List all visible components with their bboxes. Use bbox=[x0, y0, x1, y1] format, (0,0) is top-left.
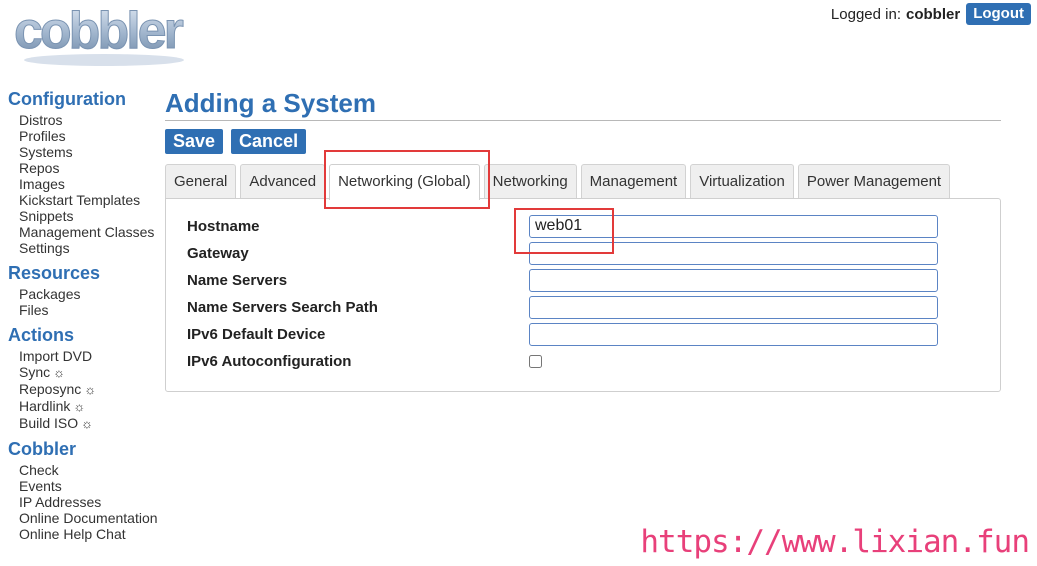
cancel-button[interactable]: Cancel bbox=[231, 129, 307, 154]
sidebar-item-label: Profiles bbox=[19, 128, 66, 144]
sidebar-item-label: Distros bbox=[19, 112, 63, 128]
save-button[interactable]: Save bbox=[165, 129, 224, 154]
tab-general[interactable]: General bbox=[165, 164, 237, 199]
form-row-gateway: Gateway bbox=[187, 241, 938, 265]
sidebar-item-label: Kickstart Templates bbox=[19, 192, 141, 208]
ipv6-default-device-label: IPv6 Default Device bbox=[187, 325, 326, 343]
sidebar-item-label: Management Classes bbox=[19, 224, 155, 240]
form-row-hostname: Hostname bbox=[187, 214, 938, 238]
sidebar-item-repos[interactable]: Repos bbox=[19, 160, 166, 176]
gateway-input[interactable] bbox=[529, 241, 938, 265]
sidebar-item-label: Repos bbox=[19, 160, 60, 176]
sidebar-item-profiles[interactable]: Profiles bbox=[19, 128, 166, 144]
name-servers-search-input[interactable] bbox=[529, 295, 938, 319]
cobbler-logo: cobbler bbox=[12, 4, 212, 70]
watermark-text: https://www.lixian.fun bbox=[640, 524, 1030, 560]
hostname-input[interactable] bbox=[529, 214, 938, 238]
sidebar-item-snippets[interactable]: Snippets bbox=[19, 208, 166, 224]
ipv6-autoconfig-label: IPv6 Autoconfiguration bbox=[187, 352, 352, 370]
tab-panel-networking-global: Hostname Gateway Name Servers Name Serve… bbox=[165, 198, 1001, 392]
tab-management[interactable]: Management bbox=[580, 164, 687, 199]
form-row-name-servers: Name Servers bbox=[187, 268, 938, 292]
user-bar: Logged in: cobbler Logout bbox=[831, 3, 1031, 25]
sidebar-section-cobbler: Cobbler bbox=[8, 439, 77, 459]
sidebar-item-build-iso[interactable]: Build ISO ☼ bbox=[19, 415, 166, 432]
sidebar-item-sync[interactable]: Sync ☼ bbox=[19, 364, 166, 381]
form-row-ipv6-autoconfig: IPv6 Autoconfiguration bbox=[187, 349, 542, 373]
sun-icon: ☼ bbox=[53, 365, 66, 380]
hostname-label: Hostname bbox=[187, 217, 260, 235]
sidebar-item-events[interactable]: Events bbox=[19, 478, 166, 494]
sidebar-item-label: Events bbox=[19, 478, 62, 494]
sidebar-item-label: Check bbox=[19, 462, 59, 478]
ipv6-default-device-input[interactable] bbox=[529, 322, 938, 346]
sidebar-item-label: IP Addresses bbox=[19, 494, 102, 510]
tab-power-management[interactable]: Power Management bbox=[797, 164, 951, 199]
name-servers-input[interactable] bbox=[529, 268, 938, 292]
sidebar-list-cobbler: Check Events IP Addresses Online Documentat… bbox=[19, 462, 166, 542]
tab-virtualization[interactable]: Virtualization bbox=[690, 164, 794, 199]
sidebar-item-settings[interactable]: Settings bbox=[19, 240, 166, 256]
sidebar-item-label: Import DVD bbox=[19, 348, 93, 364]
sidebar-item-systems[interactable]: Systems bbox=[19, 144, 166, 160]
logout-button[interactable]: Logout bbox=[966, 3, 1031, 25]
sidebar-item-online-documentation[interactable]: Online Documentation bbox=[19, 510, 166, 526]
tab-advanced[interactable]: Advanced bbox=[240, 164, 326, 199]
sidebar-item-online-help-chat[interactable]: Online Help Chat bbox=[19, 526, 166, 542]
sidebar-list-actions: Import DVD Sync ☼ Reposync ☼ Hardlink ☼ Build I… bbox=[19, 348, 166, 432]
page-title: Adding a System bbox=[165, 88, 1001, 121]
sun-icon: ☼ bbox=[73, 399, 86, 414]
sidebar-item-label: Reposync bbox=[19, 381, 82, 397]
sidebar-item-kickstart-templates[interactable]: Kickstart Templates bbox=[19, 192, 166, 208]
tab-networking[interactable]: Networking bbox=[483, 164, 577, 199]
sidebar-item-label: Packages bbox=[19, 286, 81, 302]
sidebar-list-resources: Packages Files bbox=[19, 286, 166, 318]
sidebar-item-files[interactable]: Files bbox=[19, 302, 166, 318]
name-servers-label: Name Servers bbox=[187, 271, 288, 289]
gateway-label: Gateway bbox=[187, 244, 249, 262]
sidebar-item-label: Settings bbox=[19, 240, 70, 256]
sidebar-section-configuration: Configuration bbox=[8, 89, 126, 109]
sidebar-item-label: Build ISO bbox=[19, 415, 79, 431]
tab-networking-global[interactable]: Networking (Global) bbox=[329, 164, 480, 200]
sidebar-item-distros[interactable]: Distros bbox=[19, 112, 166, 128]
sun-icon: ☼ bbox=[81, 416, 94, 431]
form-row-ipv6-default-device: IPv6 Default Device bbox=[187, 322, 938, 346]
sidebar-item-label: Images bbox=[19, 176, 65, 192]
ipv6-autoconfig-checkbox[interactable] bbox=[529, 354, 542, 368]
sidebar-item-reposync[interactable]: Reposync ☼ bbox=[19, 381, 166, 398]
sidebar: Configuration Distros Profiles Systems Repos… bbox=[8, 89, 166, 549]
sidebar-item-hardlink[interactable]: Hardlink ☼ bbox=[19, 398, 166, 415]
sidebar-list-configuration: Distros Profiles Systems Repos Images Kicksta… bbox=[19, 112, 166, 256]
main-content: Adding a System Save Cancel General Advan… bbox=[165, 88, 1001, 392]
sidebar-item-label: Files bbox=[19, 302, 49, 318]
sidebar-item-images[interactable]: Images bbox=[19, 176, 166, 192]
sidebar-item-label: Snippets bbox=[19, 208, 74, 224]
form-actions: Save Cancel bbox=[165, 129, 1001, 154]
logged-in-label: Logged in: bbox=[830, 5, 901, 23]
sidebar-section-resources: Resources bbox=[8, 263, 101, 283]
sidebar-item-label: Online Help Chat bbox=[19, 526, 126, 542]
name-servers-search-label: Name Servers Search Path bbox=[187, 298, 378, 316]
sidebar-item-check[interactable]: Check bbox=[19, 462, 166, 478]
sidebar-section-actions: Actions bbox=[8, 325, 75, 345]
logo-text: cobbler bbox=[14, 4, 184, 60]
sidebar-item-label: Online Documentation bbox=[19, 510, 158, 526]
tab-bar: General Advanced Networking (Global) Networ… bbox=[165, 164, 954, 200]
username: cobbler bbox=[906, 5, 961, 23]
sidebar-item-label: Systems bbox=[19, 144, 73, 160]
sidebar-item-packages[interactable]: Packages bbox=[19, 286, 166, 302]
sidebar-item-management-classes[interactable]: Management Classes bbox=[19, 224, 166, 240]
form-row-name-servers-search: Name Servers Search Path bbox=[187, 295, 938, 319]
sidebar-item-ip-addresses[interactable]: IP Addresses bbox=[19, 494, 166, 510]
sidebar-item-label: Hardlink bbox=[19, 398, 71, 414]
sidebar-item-label: Sync bbox=[19, 364, 51, 380]
sun-icon: ☼ bbox=[84, 382, 97, 397]
sidebar-item-import-dvd[interactable]: Import DVD bbox=[19, 348, 166, 364]
